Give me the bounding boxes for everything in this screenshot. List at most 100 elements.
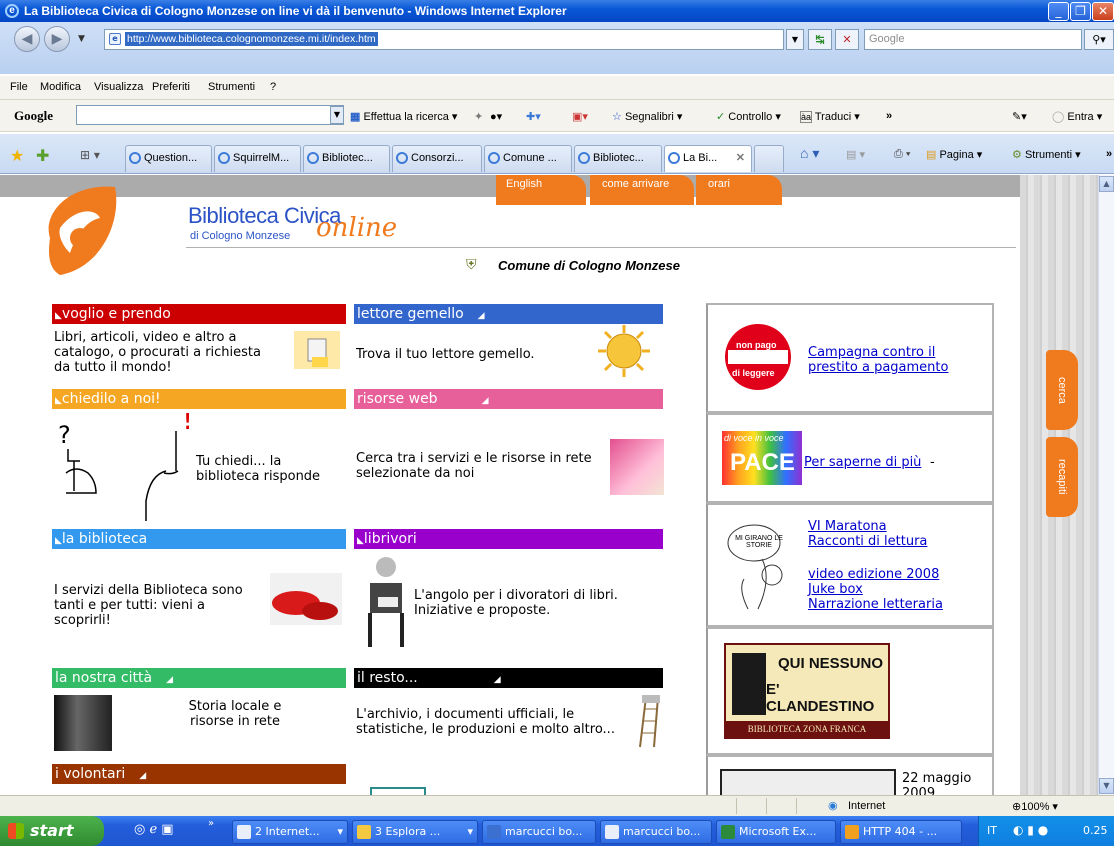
section-risorse-text[interactable]: Cerca tra i servizi e le risorse in rete… (356, 451, 606, 481)
google-plus-icon[interactable]: ✚▾ (526, 110, 541, 123)
refresh-icon[interactable]: ↹ (808, 29, 832, 50)
video-2008-link[interactable]: video edizione 2008 (808, 567, 939, 582)
print-icon[interactable]: ⎙ ▾ (894, 148, 910, 161)
google-news-icon[interactable]: ▣▾ (572, 110, 588, 123)
section-volontari-header[interactable]: i volontari ◢ (52, 764, 346, 784)
add-favorite-icon[interactable]: ✚ (36, 146, 49, 165)
search-magnifier-icon[interactable]: ⚲▾ (1084, 29, 1114, 50)
menu-file[interactable]: File (10, 81, 28, 93)
taskbar-word[interactable]: marcucci bo... (482, 820, 596, 844)
start-button[interactable]: start (0, 816, 104, 846)
scroll-down-arrow-icon[interactable]: ▼ (1099, 778, 1114, 794)
google-popup-icon[interactable]: ●▾ (490, 110, 502, 123)
clock[interactable]: 0.25 (1083, 824, 1108, 837)
section-gemello-text[interactable]: Trova il tuo lettore gemello. (356, 347, 596, 362)
taskbar-explorer[interactable]: 3 Esplora ... ▾ (352, 820, 478, 844)
taskbar-excel[interactable]: Microsoft Ex... (716, 820, 836, 844)
favorites-star-icon[interactable]: ★ (10, 146, 24, 165)
nav-come-arrivare[interactable]: come arrivare (590, 175, 694, 205)
google-search-button[interactable]: ▦ Effettua la ricerca ▾ (350, 110, 457, 123)
close-button[interactable]: ✕ (1092, 2, 1114, 21)
clandestino-poster[interactable]: QUI NESSUNO E' CLANDESTINO BIBLIOTECA ZO… (724, 643, 890, 739)
taskbar-ie[interactable]: 2 Internet... ▾ (232, 820, 348, 844)
home-icon[interactable]: ⌂ ▾ (800, 145, 819, 162)
section-gemello-header[interactable]: lettore gemello ◢ (354, 304, 663, 324)
forward-arrow-icon[interactable]: ▶ (44, 26, 70, 52)
section-citta-text[interactable]: Storia locale e risorse in rete (180, 699, 290, 729)
scroll-up-arrow-icon[interactable]: ▲ (1099, 176, 1114, 192)
translate-icon: àa (800, 111, 813, 123)
section-biblioteca-text[interactable]: I servizi della Biblioteca sono tanti e … (54, 583, 264, 628)
url-text[interactable]: http://www.biblioteca.colognomonzese.mi.… (125, 32, 378, 46)
pace-logo: di voce in voce PACE (722, 431, 802, 485)
menu-preferiti[interactable]: Preferiti (152, 81, 190, 93)
address-bar[interactable]: e http://www.biblioteca.colognomonzese.m… (104, 29, 784, 50)
pace-link[interactable]: Per saperne di più (804, 455, 921, 470)
side-tab-recapiti[interactable]: recapiti (1046, 437, 1078, 517)
tab-question[interactable]: Question... (125, 145, 212, 172)
section-voglio-text[interactable]: Libri, articoli, video e altro a catalog… (54, 330, 279, 375)
menu-help[interactable]: ? (270, 81, 276, 93)
section-resto-header[interactable]: il resto... ◢ (354, 668, 663, 688)
section-citta-header[interactable]: la nostra città ◢ (52, 668, 346, 688)
section-biblioteca-header[interactable]: ◣la biblioteca (52, 529, 346, 549)
tray-icons[interactable]: ◐ ▮ ● (1013, 823, 1048, 837)
search-input[interactable]: Google (864, 29, 1082, 50)
quicklaunch-icons[interactable]: ◎ ℯ ▣ (134, 822, 174, 837)
close-tab-icon[interactable]: ✕ (736, 146, 745, 171)
feeds-icon[interactable]: ▤ ▾ (846, 148, 865, 161)
more-commands-icon[interactable]: » (1106, 148, 1112, 160)
google-spellcheck-button[interactable]: ✓ Controllo ▾ (716, 110, 781, 123)
page-menu-button[interactable]: ▤ Pagina ▾ (926, 148, 982, 161)
section-librivori-text[interactable]: L'angolo per i divoratori di libri. Iniz… (414, 588, 654, 618)
tab-biblioteca-1[interactable]: Bibliotec... (303, 145, 390, 172)
section-risorse-header[interactable]: risorse web ◢ (354, 389, 663, 409)
history-dropdown-icon[interactable]: ▼ (78, 34, 85, 44)
tab-consorzio[interactable]: Consorzi... (392, 145, 482, 172)
google-search-input[interactable] (76, 105, 344, 125)
juke-box-link[interactable]: Juke box (808, 582, 863, 597)
tab-biblioteca-2[interactable]: Bibliotec... (574, 145, 662, 172)
side-tab-cerca[interactable]: cerca (1046, 350, 1078, 430)
section-chiedilo-text[interactable]: Tu chiedi... la biblioteca risponde (196, 454, 336, 484)
tab-comune[interactable]: Comune ... (484, 145, 572, 172)
back-arrow-icon[interactable]: ◀ (14, 26, 40, 52)
campaign-link[interactable]: Campagna contro il prestito a pagamento (808, 345, 978, 375)
google-more-button[interactable]: » (886, 110, 892, 122)
address-dropdown-icon[interactable]: ▼ (786, 29, 804, 50)
google-dropdown-icon[interactable]: ▼ (330, 106, 344, 124)
quicklaunch-more-icon[interactable]: » (208, 818, 214, 829)
narrazione-link[interactable]: Narrazione letteraria (808, 597, 943, 612)
tools-menu-button[interactable]: ⚙ Strumenti ▾ (1012, 148, 1081, 161)
window-title-bar[interactable]: e La Biblioteca Civica di Cologno Monzes… (0, 0, 1114, 22)
minimize-button[interactable]: _ (1048, 2, 1069, 21)
nav-orari[interactable]: orari (696, 175, 782, 205)
section-librivori-header[interactable]: ◣librivori (354, 529, 663, 549)
quick-tabs-icon[interactable]: ⊞ ▾ (80, 148, 100, 162)
zoom-level[interactable]: ⊕100% ▾ (1012, 800, 1058, 813)
google-signin-button[interactable]: ◯ Entra ▾ (1052, 110, 1102, 123)
menu-strumenti[interactable]: Strumenti (208, 81, 255, 93)
tab-squirrelmail[interactable]: SquirrelM... (214, 145, 301, 172)
section-chiedilo-header[interactable]: ◣chiedilo a noi! (52, 389, 346, 409)
google-translate-button[interactable]: àa Traduci ▾ (800, 110, 860, 123)
municipality-name[interactable]: Comune di Cologno Monzese (498, 258, 680, 273)
google-bookmarks-button[interactable]: ☆ Segnalibri ▾ (612, 110, 682, 123)
ie-tab-icon (578, 152, 590, 164)
svg-text:?: ? (58, 421, 71, 449)
language-indicator[interactable]: IT (987, 824, 997, 837)
menu-visualizza[interactable]: Visualizza (94, 81, 143, 93)
maratona-link[interactable]: VI Maratona Racconti di lettura (808, 519, 927, 549)
tab-la-biblioteca-active[interactable]: La Bi... ✕ (664, 145, 752, 172)
menu-modifica[interactable]: Modifica (40, 81, 81, 93)
google-settings-icon[interactable]: ✎▾ (1012, 110, 1027, 123)
maximize-button[interactable]: ❐ (1070, 2, 1091, 21)
section-voglio-header[interactable]: ◣voglio e prendo (52, 304, 346, 324)
section-resto-text[interactable]: L'archivio, i documenti ufficiali, le st… (356, 707, 631, 737)
taskbar-http404[interactable]: HTTP 404 - ... (840, 820, 962, 844)
nav-english[interactable]: English (496, 175, 586, 205)
new-tab-button[interactable] (754, 145, 784, 172)
taskbar-marcucci-2[interactable]: marcucci bo... (600, 820, 712, 844)
vertical-scrollbar[interactable] (1098, 175, 1114, 795)
stop-icon[interactable]: ✕ (835, 29, 859, 50)
